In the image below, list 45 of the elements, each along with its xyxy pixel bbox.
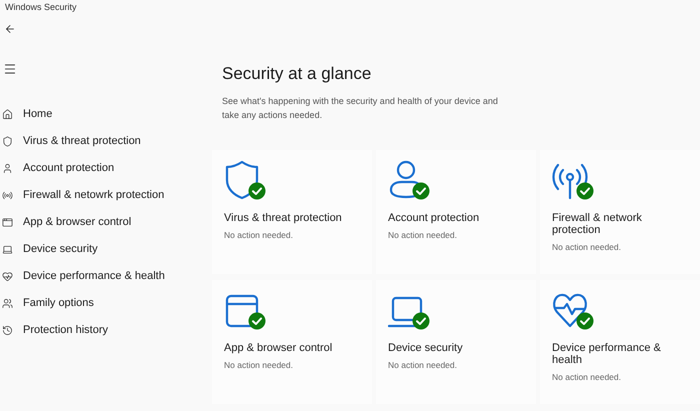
people-icon xyxy=(2,298,13,308)
window-title: Windows Security xyxy=(4,1,78,14)
history-icon xyxy=(2,324,13,336)
sidebar-item-label: Account protection xyxy=(23,162,114,174)
laptop-icon xyxy=(2,244,13,254)
sidebar-item-label: Device security xyxy=(23,243,98,255)
card-title: Device security xyxy=(388,342,464,354)
card-status: No action needed. xyxy=(388,230,458,240)
sidebar-item[interactable]: Home xyxy=(0,104,212,124)
sidebar-item-label: Home xyxy=(23,108,52,120)
sidebar-item-label: Firewall & netowrk protection xyxy=(23,189,164,201)
sidebar-item-label: App & browser control xyxy=(23,216,132,228)
card-title: Device performance & health xyxy=(552,342,662,366)
card-status: No action needed. xyxy=(388,360,458,370)
home-icon xyxy=(2,108,13,120)
card-status: No action needed. xyxy=(224,360,294,370)
sidebar-item-label: Family options xyxy=(23,297,94,309)
card-title: App & browser control xyxy=(224,342,334,354)
page-heading: Security at a glance xyxy=(222,64,372,84)
window-icon xyxy=(2,216,13,228)
sidebar-item[interactable]: App & browser control xyxy=(0,212,212,232)
card-title: Firewall & network protection xyxy=(552,212,643,236)
shield-icon xyxy=(224,160,260,200)
sidebar-item-label: Device performance & health xyxy=(23,270,165,282)
card-title: Account protection xyxy=(388,212,480,224)
sidebar-item[interactable]: Virus & threat protection xyxy=(0,131,212,151)
card-status: No action needed. xyxy=(552,242,622,252)
card-title: Virus & threat protection xyxy=(224,212,343,224)
card-status: No action needed. xyxy=(552,372,622,382)
page-description: See what's happening with the security and health of your device and take any actions needed. xyxy=(222,95,499,122)
card-status: No action needed. xyxy=(224,230,294,240)
menu-button[interactable] xyxy=(3,62,17,76)
sidebar-item-label: Protection history xyxy=(23,324,108,336)
antenna-icon xyxy=(2,190,13,200)
sidebar-item[interactable]: Family options xyxy=(0,293,212,313)
back-button[interactable] xyxy=(3,22,17,36)
sidebar-item[interactable]: Protection history xyxy=(0,320,212,340)
sidebar-item[interactable]: Device security xyxy=(0,239,212,259)
sidebar-item[interactable]: Device performance & health xyxy=(0,266,212,286)
shield-icon xyxy=(2,136,13,146)
sidebar-item-label: Virus & threat protection xyxy=(23,135,141,147)
person-icon xyxy=(2,162,13,174)
sidebar-item[interactable]: Firewall & netowrk protection xyxy=(0,185,212,205)
sidebar-item[interactable]: Account protection xyxy=(0,158,212,178)
heart-icon xyxy=(2,270,13,282)
